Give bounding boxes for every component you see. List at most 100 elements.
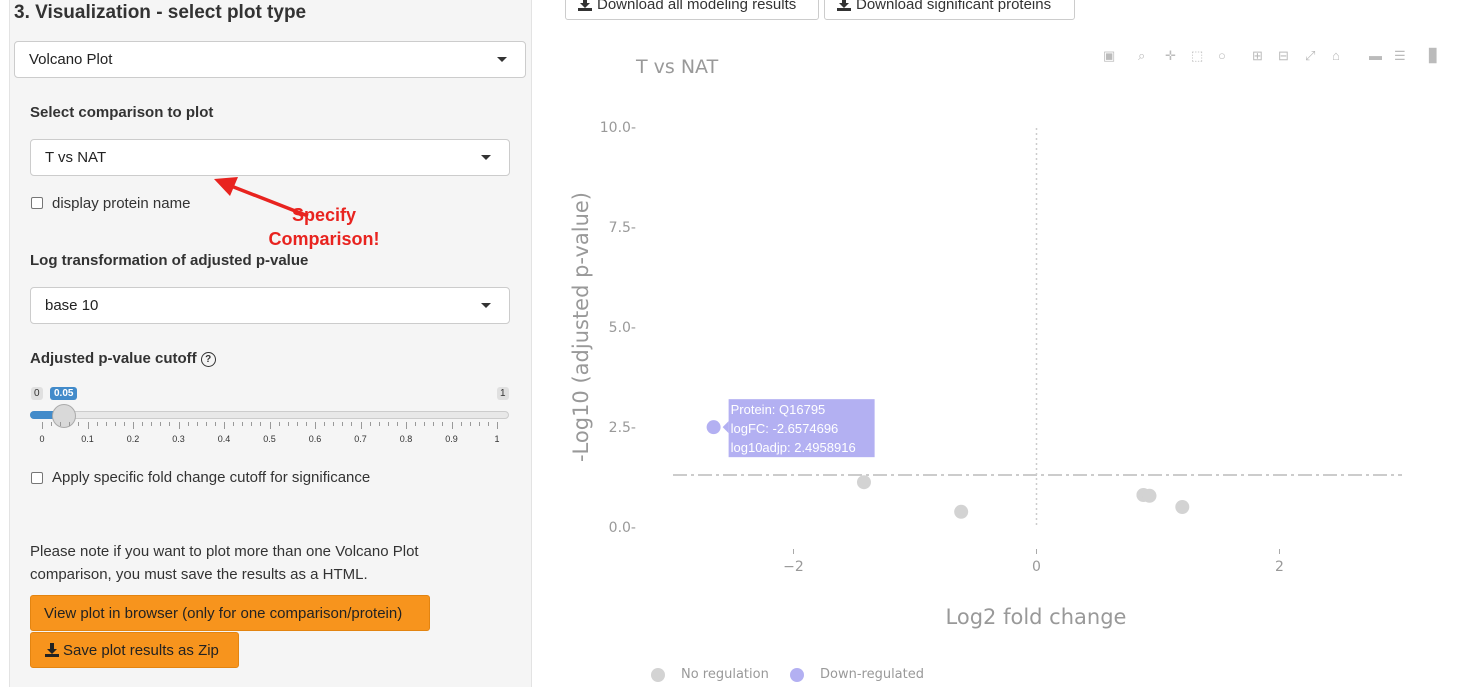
slider-minor-tick <box>378 422 380 426</box>
slider-minor-tick <box>151 422 153 426</box>
slider-tick-label: 0.1 <box>81 434 94 444</box>
slider-minor-tick <box>333 422 335 426</box>
slider-tick-label: 0.9 <box>445 434 458 444</box>
comparison-label: Select comparison to plot <box>30 104 214 121</box>
slider-tick-label: 0.7 <box>354 434 367 444</box>
save-zip-button[interactable]: Save plot results as Zip <box>30 632 239 668</box>
slider-minor-tick <box>233 422 235 426</box>
download-icon <box>45 643 59 657</box>
slider-tick-label: 1 <box>494 434 500 444</box>
download-all-label: Download all modeling results <box>597 0 797 13</box>
slider-minor-tick <box>142 422 144 426</box>
slider-track[interactable] <box>30 411 509 419</box>
slider-tick <box>133 422 134 429</box>
slider-minor-tick <box>51 422 53 426</box>
slider-minor-tick <box>442 422 444 426</box>
comparison-value: T vs NAT <box>45 149 107 166</box>
download-significant-button[interactable]: Download significant proteins <box>824 0 1075 20</box>
save-zip-label: Save plot results as Zip <box>63 641 219 659</box>
plot-title: T vs NAT <box>636 56 719 78</box>
download-icon <box>578 0 592 11</box>
slider-minor-tick <box>478 422 480 426</box>
camera-icon[interactable]: ▣ <box>1103 48 1115 64</box>
slider-minor-tick <box>278 422 280 426</box>
fold-change-cutoff-label: Apply specific fold change cutoff for si… <box>52 469 371 486</box>
slider-minor-tick <box>105 422 107 426</box>
display-protein-name-label: display protein name <box>52 195 191 212</box>
legend-item-no-regulation[interactable]: No regulation <box>651 667 769 682</box>
slider-minor-tick <box>351 422 353 426</box>
log-transform-label: Log transformation of adjusted p-value <box>30 252 309 269</box>
slider-minor-tick <box>460 422 462 426</box>
plot-type-select[interactable]: Volcano Plot <box>14 41 526 78</box>
slider-minor-tick <box>196 422 198 426</box>
download-all-button[interactable]: Download all modeling results <box>565 0 819 20</box>
legend-item-down-regulated[interactable]: Down-regulated <box>790 667 924 682</box>
slider-tick-label: 0.5 <box>263 434 276 444</box>
zoom-in-icon[interactable]: ⊞ <box>1252 48 1263 64</box>
note-text: Please note if you want to plot more tha… <box>30 543 419 583</box>
legend-marker-no-regulation <box>651 667 665 682</box>
chevron-down-icon <box>481 155 491 160</box>
annotation-text: Specify Comparison! <box>252 203 396 251</box>
slider-minor-tick <box>396 422 398 426</box>
slider-minor-tick <box>160 422 162 426</box>
slider-tick <box>406 422 407 429</box>
slider-minor-tick <box>114 422 116 426</box>
box-select-icon[interactable]: ⬚ <box>1191 48 1203 64</box>
slider-minor-tick <box>69 422 71 426</box>
display-protein-name-checkbox[interactable] <box>31 197 43 209</box>
slider-minor-tick <box>214 422 216 426</box>
slider-minor-tick <box>369 422 371 426</box>
slider-tick <box>315 422 316 429</box>
zoom-out-icon[interactable]: ⊟ <box>1278 48 1289 64</box>
slider-tick <box>224 422 225 429</box>
slider-tick <box>87 422 89 429</box>
slider-minor-tick <box>187 422 189 426</box>
slider-tick-label: 0.8 <box>399 434 413 444</box>
slider-max-label: 1 <box>497 387 509 400</box>
slider-value-label: 0.05 <box>50 387 78 400</box>
slider-minor-tick <box>433 422 435 426</box>
fold-change-cutoff-checkbox[interactable] <box>31 472 43 484</box>
slider-minor-tick <box>415 422 417 426</box>
compare-icon[interactable]: ☰ <box>1394 48 1406 64</box>
slider-tick <box>42 422 43 429</box>
slider-minor-tick <box>305 422 307 426</box>
legend-label-down-regulated: Down-regulated <box>820 667 924 682</box>
slider-minor-tick <box>342 422 344 426</box>
slider-tick <box>451 422 453 429</box>
sidebar-panel: 3. Visualization - select plot type Volc… <box>0 0 532 687</box>
autoscale-icon[interactable]: ⤢ <box>1305 48 1315 64</box>
slider-minor-tick <box>260 422 262 426</box>
plotly-logo-icon[interactable]: ▊ <box>1429 48 1439 64</box>
comparison-select[interactable]: T vs NAT <box>30 139 510 176</box>
pan-icon[interactable]: ✛ <box>1165 48 1176 64</box>
slider-minor-tick <box>469 422 471 426</box>
log-transform-select[interactable]: base 10 <box>30 287 510 324</box>
slider-minor-tick <box>387 422 389 426</box>
slider-minor-tick <box>78 422 80 426</box>
slider-tick <box>178 422 180 429</box>
slider-minor-tick <box>242 422 244 426</box>
zoom-icon[interactable]: ⌕ <box>1138 48 1145 64</box>
slider-min-label: 0 <box>31 387 43 400</box>
annotation-line-2: Comparison! <box>268 229 380 249</box>
spike-icon[interactable]: ▬ <box>1369 48 1382 63</box>
slider-minor-tick <box>287 422 289 426</box>
log-transform-value: base 10 <box>45 297 99 314</box>
home-icon[interactable]: ⌂ <box>1332 48 1340 63</box>
slider-handle[interactable] <box>52 404 76 428</box>
slider-tick-label: 0.4 <box>217 434 231 444</box>
question-circle-icon[interactable]: ? <box>200 351 216 367</box>
slider-minor-tick <box>324 422 326 426</box>
slider-tick <box>360 422 362 429</box>
slider-minor-tick <box>96 422 98 426</box>
view-in-browser-button[interactable]: View plot in browser (only for one compa… <box>30 595 430 631</box>
chevron-down-icon <box>497 57 507 62</box>
slider-minor-tick <box>487 422 489 426</box>
slider-tick-label: 0.6 <box>308 434 322 444</box>
slider-minor-tick <box>60 422 62 426</box>
lasso-icon[interactable]: ○ <box>1218 48 1226 63</box>
pvalue-cutoff-text: Adjusted p-value cutoff <box>30 350 197 367</box>
